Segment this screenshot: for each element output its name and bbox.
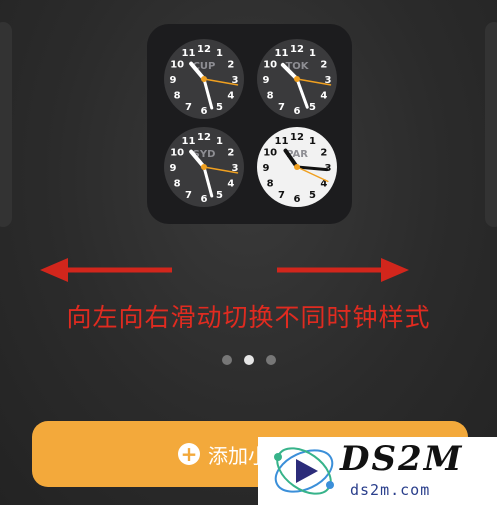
svg-text:4: 4 xyxy=(320,91,327,102)
page-indicator[interactable] xyxy=(0,355,497,365)
svg-text:7: 7 xyxy=(278,190,285,201)
svg-text:2: 2 xyxy=(320,148,327,159)
svg-text:4: 4 xyxy=(227,179,234,190)
svg-text:9: 9 xyxy=(170,163,177,174)
svg-text:8: 8 xyxy=(267,179,274,190)
svg-text:1: 1 xyxy=(309,48,316,59)
svg-text:7: 7 xyxy=(278,102,285,113)
svg-text:10: 10 xyxy=(263,148,277,159)
svg-text:12: 12 xyxy=(290,132,304,143)
world-clock-widget[interactable]: 1 2 3 4 5 6 7 8 9 10 11 12 CUP 1 2 3 4 5 6 7 8 9 10 11 12 TOK 1 2 3 4… xyxy=(147,24,352,224)
page-dot-active[interactable] xyxy=(243,355,254,365)
svg-text:8: 8 xyxy=(267,91,274,102)
previous-widget-card[interactable] xyxy=(0,22,12,227)
svg-text:9: 9 xyxy=(263,75,270,86)
svg-text:5: 5 xyxy=(309,190,316,201)
svg-text:12: 12 xyxy=(197,44,211,55)
watermark-main-text: DS2M xyxy=(340,439,464,479)
svg-text:7: 7 xyxy=(185,190,192,201)
svg-text:1: 1 xyxy=(309,136,316,147)
svg-text:8: 8 xyxy=(174,91,181,102)
svg-text:6: 6 xyxy=(201,106,208,117)
svg-text:5: 5 xyxy=(216,102,223,113)
page-dot[interactable] xyxy=(221,355,232,365)
svg-text:5: 5 xyxy=(309,102,316,113)
left-arrow-icon xyxy=(40,258,172,282)
svg-text:9: 9 xyxy=(170,75,177,86)
svg-text:2: 2 xyxy=(227,148,234,159)
svg-text:2: 2 xyxy=(227,60,234,71)
clock-syd: 1234567891011 12SYD xyxy=(164,127,244,207)
watermark-url: ds2m.com xyxy=(350,481,431,499)
clock-par: 1234567891011 12PAR xyxy=(257,127,337,207)
svg-text:2: 2 xyxy=(320,60,327,71)
next-widget-card[interactable] xyxy=(485,22,497,227)
svg-text:6: 6 xyxy=(294,106,301,117)
clock-tok: 1234567891011 12TOK xyxy=(257,39,337,119)
svg-text:8: 8 xyxy=(174,179,181,190)
svg-text:1: 1 xyxy=(216,136,223,147)
svg-text:1: 1 xyxy=(216,48,223,59)
svg-text:6: 6 xyxy=(201,194,208,205)
watermark-logo-icon xyxy=(274,447,334,495)
svg-text:11: 11 xyxy=(182,136,196,147)
svg-text:4: 4 xyxy=(227,91,234,102)
page-dot[interactable] xyxy=(265,355,276,365)
swipe-instruction-caption: 向左向右滑动切换不同时钟样式 xyxy=(66,303,431,332)
svg-text:10: 10 xyxy=(170,148,184,159)
right-arrow-icon xyxy=(277,258,409,282)
clock-grid: 1234567891011 12CUP1234567891011 12TOK1234… xyxy=(164,39,337,207)
svg-text:6: 6 xyxy=(294,194,301,205)
svg-text:9: 9 xyxy=(263,163,270,174)
svg-text:12: 12 xyxy=(197,132,211,143)
svg-text:11: 11 xyxy=(275,48,289,59)
svg-text:10: 10 xyxy=(170,60,184,71)
svg-text:11: 11 xyxy=(182,48,196,59)
svg-text:10: 10 xyxy=(263,60,277,71)
svg-text:7: 7 xyxy=(185,102,192,113)
svg-text:11: 11 xyxy=(275,136,289,147)
site-watermark: DS2M ds2m.com xyxy=(258,437,497,505)
svg-text:12: 12 xyxy=(290,44,304,55)
clock-cup: 1234567891011 12CUP xyxy=(164,39,244,119)
svg-text:5: 5 xyxy=(216,190,223,201)
plus-icon: + xyxy=(178,443,200,465)
